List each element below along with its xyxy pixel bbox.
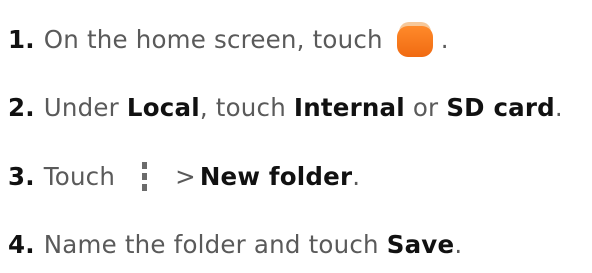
step-3: 3. Touch > New folder . (8, 156, 360, 196)
overflow-menu-icon (139, 161, 149, 191)
step-punctuation: . (440, 24, 449, 54)
step-text: , touch (199, 92, 294, 122)
step-punctuation: . (554, 92, 563, 122)
step-number: 1. (8, 24, 35, 54)
local-label: Local (126, 92, 200, 122)
step-punctuation: . (454, 229, 463, 259)
step-number: 3. (8, 161, 35, 191)
step-text: Under (43, 92, 127, 122)
internal-label: Internal (293, 92, 405, 122)
step-text: On the home screen, touch (43, 24, 383, 54)
step-1: 1. On the home screen, touch . (8, 19, 449, 59)
file-manager-folder-icon (396, 21, 433, 57)
save-label: Save (386, 229, 455, 259)
step-number: 2. (8, 92, 35, 122)
step-4: 4. Name the folder and touch Save . (8, 224, 462, 264)
sd-card-label: SD card (446, 92, 555, 122)
step-2: 2. Under Local , touch Internal or SD ca… (8, 87, 563, 127)
step-text: Touch (43, 161, 116, 191)
step-text: or (404, 92, 447, 122)
new-folder-label: New folder (199, 161, 353, 191)
menu-separator: > (175, 161, 196, 191)
step-number: 4. (8, 229, 35, 259)
step-text: Name the folder and touch (43, 229, 387, 259)
step-punctuation: . (352, 161, 361, 191)
